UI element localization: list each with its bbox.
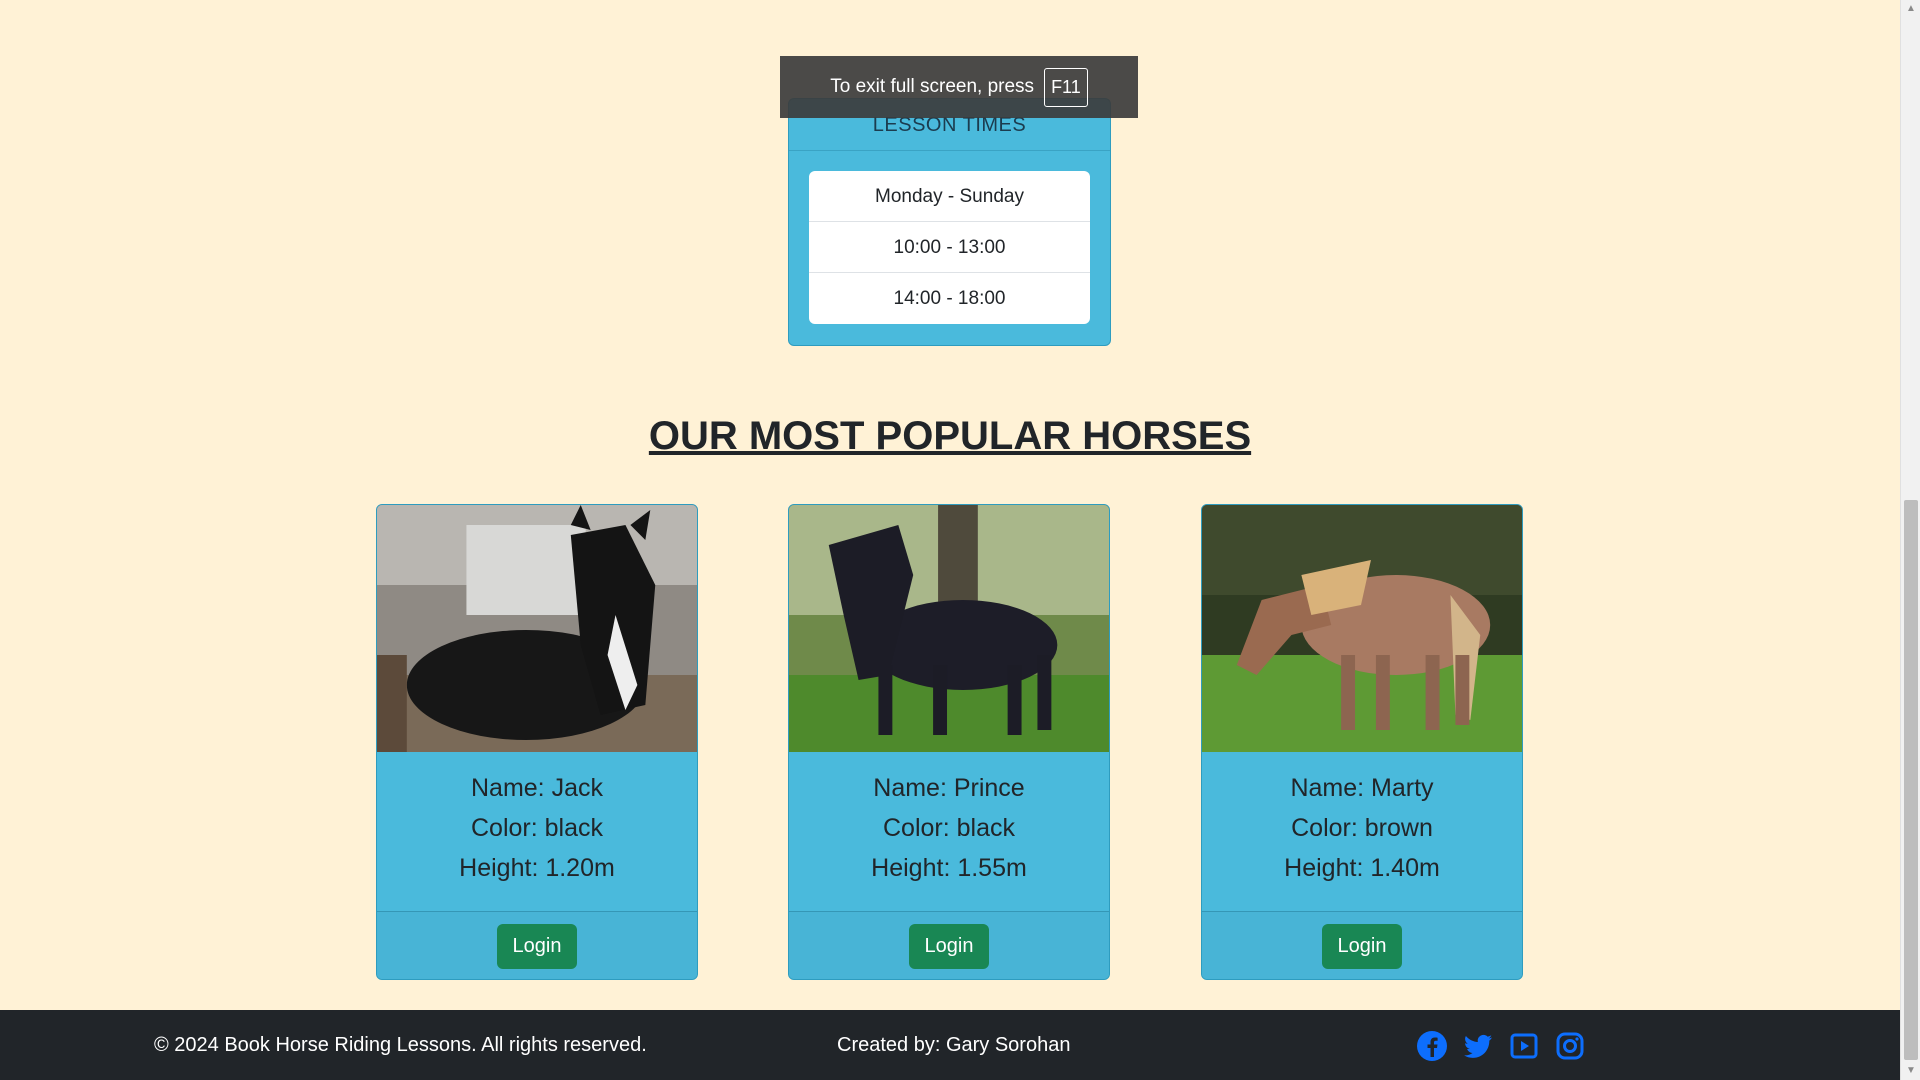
horse-height: Height: 1.20m xyxy=(459,854,615,882)
horse-card-footer: Login xyxy=(789,912,1109,979)
horse-info-marty: Name: Marty Color: brown Height: 1.40m xyxy=(1202,752,1522,912)
scroll-up-arrow-icon[interactable]: ▲ xyxy=(1901,0,1920,18)
twitter-icon[interactable] xyxy=(1462,1030,1494,1062)
horse-name: Name: Prince xyxy=(873,774,1025,802)
horse-card-marty: Name: Marty Color: brown Height: 1.40m L… xyxy=(1201,504,1523,980)
horse-card-footer: Login xyxy=(1202,912,1522,979)
horse-card-footer: Login xyxy=(377,912,697,979)
horse-info-jack: Name: Jack Color: black Height: 1.20m xyxy=(377,752,697,912)
vertical-scrollbar[interactable]: ▲ ▼ xyxy=(1900,0,1920,1080)
horse-color: Color: black xyxy=(471,814,603,842)
login-button-marty[interactable]: Login xyxy=(1321,923,1403,969)
fullscreen-exit-toast: To exit full screen, press F11 xyxy=(780,56,1138,118)
scroll-down-arrow-icon[interactable]: ▼ xyxy=(1901,1062,1920,1080)
horse-info-prince: Name: Prince Color: black Height: 1.55m xyxy=(789,752,1109,912)
horse-card-jack: Name: Jack Color: black Height: 1.20m Lo… xyxy=(376,504,698,980)
horse-photo-marty xyxy=(1202,505,1522,752)
horse-color: Color: black xyxy=(883,814,1015,842)
horse-height: Height: 1.55m xyxy=(871,854,1027,882)
site-footer: © 2024 Book Horse Riding Lessons. All ri… xyxy=(0,1010,1900,1080)
instagram-icon[interactable] xyxy=(1554,1030,1586,1062)
horse-name: Name: Marty xyxy=(1290,774,1434,802)
page-content: LESSON TIMES Monday - Sunday 10:00 - 13:… xyxy=(0,0,1900,1010)
lesson-times-days: Monday - Sunday xyxy=(809,171,1090,222)
scrollbar-thumb[interactable] xyxy=(1904,500,1918,1060)
fullscreen-toast-text: To exit full screen, press xyxy=(830,76,1035,97)
horse-name: Name: Jack xyxy=(471,774,603,802)
facebook-icon[interactable] xyxy=(1416,1030,1448,1062)
login-button-prince[interactable]: Login xyxy=(908,923,990,969)
horse-color: Color: brown xyxy=(1291,814,1433,842)
lesson-times-card: LESSON TIMES Monday - Sunday 10:00 - 13:… xyxy=(788,98,1111,346)
footer-copyright: © 2024 Book Horse Riding Lessons. All ri… xyxy=(154,1034,647,1056)
youtube-icon[interactable] xyxy=(1508,1030,1540,1062)
fullscreen-toast-key: F11 xyxy=(1044,67,1088,107)
lesson-times-morning: 10:00 - 13:00 xyxy=(809,222,1090,273)
horse-photo-prince xyxy=(789,505,1109,752)
horse-photo-jack xyxy=(377,505,697,752)
lesson-times-afternoon: 14:00 - 18:00 xyxy=(893,288,1006,309)
lesson-times-list: Monday - Sunday 10:00 - 13:00 14:00 - 18… xyxy=(809,171,1090,324)
login-button-jack[interactable]: Login xyxy=(496,923,578,969)
section-title: OUR MOST POPULAR HORSES xyxy=(648,414,1252,458)
footer-socials xyxy=(1416,1030,1586,1062)
footer-created-by: Created by: Gary Sorohan xyxy=(837,1034,1071,1056)
horse-height: Height: 1.40m xyxy=(1284,854,1440,882)
horse-card-prince: Name: Prince Color: black Height: 1.55m … xyxy=(788,504,1110,980)
